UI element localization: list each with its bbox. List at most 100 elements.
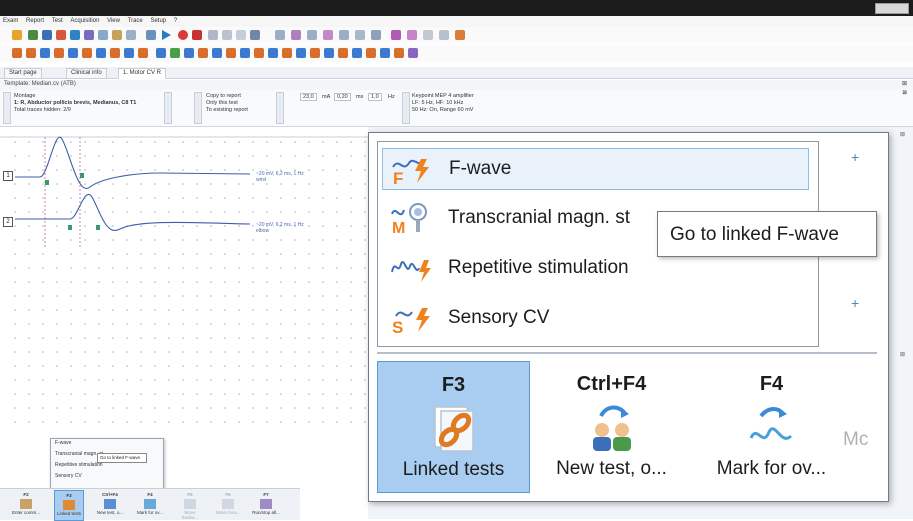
- toolbar-icon[interactable]: [240, 48, 250, 58]
- mini-menu-item[interactable]: F-wave: [55, 439, 71, 448]
- toolbar-icon[interactable]: [394, 48, 404, 58]
- menu-setup[interactable]: Setup: [147, 16, 169, 24]
- stop-icon[interactable]: [192, 30, 202, 40]
- montage-channel[interactable]: 1: R, Abductor pollicis brevis, Medianus…: [14, 100, 136, 106]
- only-this-test-checkbox[interactable]: Only this test: [206, 100, 238, 106]
- fkey-move-backward[interactable]: F5 Move backw...: [176, 490, 204, 520]
- toolbar-icon[interactable]: [212, 48, 222, 58]
- channel-2-label[interactable]: 2: [3, 217, 13, 227]
- toolbar-icon[interactable]: [110, 48, 120, 58]
- waveform-area[interactable]: 1 2 ~20 mV, 6,2 ms, 1 Hz wrist ~20 mV, 6…: [0, 127, 368, 430]
- record-icon[interactable]: [178, 30, 188, 40]
- toolbar-icon[interactable]: [124, 48, 134, 58]
- window-controls[interactable]: [875, 3, 909, 14]
- toolbar-icon[interactable]: [324, 48, 334, 58]
- channel-1-label[interactable]: 1: [3, 171, 13, 181]
- toolbar-icon[interactable]: [366, 48, 376, 58]
- toolbar-icon[interactable]: [338, 48, 348, 58]
- toolbar-icon[interactable]: [184, 48, 194, 58]
- toolbar-icon[interactable]: [455, 30, 465, 40]
- more-icon[interactable]: [408, 48, 418, 58]
- add-icon[interactable]: +: [851, 295, 859, 311]
- mark-for-overlay-button[interactable]: F4 Mark for ov...: [695, 361, 848, 493]
- add-icon[interactable]: +: [851, 149, 859, 165]
- toolbar-icon[interactable]: [56, 30, 66, 40]
- toolbar-icon[interactable]: [371, 30, 381, 40]
- stim-duration-input[interactable]: 0,20: [334, 93, 351, 101]
- toolbar-icon[interactable]: [26, 48, 36, 58]
- stim-intensity-input[interactable]: 23,0: [300, 93, 317, 101]
- toolbar-icon[interactable]: [198, 48, 208, 58]
- new-test-button[interactable]: Ctrl+F4 New test, o...: [535, 361, 688, 493]
- fkey-new-test[interactable]: Ctrl+F4 New test, o...: [96, 490, 124, 519]
- fkey-enter-comment[interactable]: F2 Enter comm...: [12, 490, 40, 519]
- tab-clinical-info[interactable]: Clinical info: [66, 68, 107, 79]
- toolbar-icon[interactable]: [355, 30, 365, 40]
- toolbar-icon[interactable]: [250, 30, 260, 40]
- toolbar-icon[interactable]: [307, 30, 317, 40]
- menu-item-f-wave[interactable]: F F-wave: [382, 148, 809, 190]
- menu-trace[interactable]: Trace: [125, 16, 146, 24]
- fkey-run-stop-all[interactable]: F7 Run/stop all...: [252, 490, 280, 519]
- close-icon[interactable]: ⊠: [900, 351, 905, 358]
- menu-report[interactable]: Report: [23, 16, 47, 24]
- fkey-mark-overlay[interactable]: F4 Mark for ov...: [136, 490, 164, 519]
- toolbar-icon[interactable]: [12, 48, 22, 58]
- toolbar-icon[interactable]: [282, 48, 292, 58]
- toolbar-icon[interactable]: [138, 48, 148, 58]
- close-icon[interactable]: ⊠: [902, 90, 907, 96]
- mini-menu-item[interactable]: Transcranial magn. st: [55, 450, 103, 459]
- toolbar-icon[interactable]: [391, 30, 401, 40]
- menu-item-sensory-cv[interactable]: S Sensory CV: [382, 298, 807, 338]
- toolbar-icon[interactable]: [423, 30, 433, 40]
- close-icon[interactable]: ⊠: [900, 131, 905, 138]
- toolbar-icon[interactable]: [112, 30, 122, 40]
- tab-start-page[interactable]: Start page: [4, 68, 42, 79]
- toolbar-icon[interactable]: [42, 30, 52, 40]
- toolbar-icon[interactable]: [40, 48, 50, 58]
- toolbar-icon[interactable]: [98, 30, 108, 40]
- toolbar-icon[interactable]: [407, 30, 417, 40]
- fkey-linked-tests[interactable]: F3 Linked tests: [54, 490, 84, 521]
- copy-to-report-checkbox[interactable]: Copy to report: [206, 93, 241, 99]
- toolbar-icon[interactable]: [352, 48, 362, 58]
- toolbar-icon[interactable]: [323, 30, 333, 40]
- toolbar-icon[interactable]: [82, 48, 92, 58]
- toolbar-icon[interactable]: [146, 30, 156, 40]
- toolbar-icon[interactable]: [84, 30, 94, 40]
- menu-exam[interactable]: Exam: [0, 16, 21, 24]
- stim-rate-input[interactable]: 1,0: [368, 93, 382, 101]
- toolbar-icon[interactable]: [254, 48, 264, 58]
- toolbar-icon[interactable]: [222, 30, 232, 40]
- fkey-move-forward[interactable]: F6 Move forw...: [214, 490, 242, 519]
- toolbar-icon[interactable]: [339, 30, 349, 40]
- toolbar-icon[interactable]: [439, 30, 449, 40]
- tab-motor-cv[interactable]: 1. Motor CV R: [118, 68, 167, 79]
- mini-menu-item[interactable]: Repetitive stimulation: [55, 461, 103, 470]
- to-existing-report-checkbox[interactable]: To existing report: [206, 107, 248, 113]
- toolbar-icon[interactable]: [54, 48, 64, 58]
- menu-acquisition[interactable]: Acquisition: [67, 16, 102, 24]
- toolbar-icon[interactable]: [12, 30, 22, 40]
- toolbar-icon[interactable]: [310, 48, 320, 58]
- linked-tests-button[interactable]: F3 Linked tests: [377, 361, 530, 493]
- toolbar-icon[interactable]: [70, 30, 80, 40]
- toolbar-icon[interactable]: [156, 48, 166, 58]
- close-icon[interactable]: ⊠: [902, 80, 907, 87]
- toolbar-icon[interactable]: [28, 30, 38, 40]
- menu-test[interactable]: Test: [49, 16, 66, 24]
- toolbar-icon[interactable]: [291, 30, 301, 40]
- toolbar-icon[interactable]: [68, 48, 78, 58]
- toolbar-icon[interactable]: [96, 48, 106, 58]
- toolbar-icon[interactable]: [275, 30, 285, 40]
- more-function-button[interactable]: Mc: [843, 361, 893, 493]
- mini-menu-item[interactable]: Sensory CV: [55, 472, 82, 481]
- play-icon[interactable]: [162, 30, 171, 40]
- toolbar-icon[interactable]: [380, 48, 390, 58]
- toolbar-icon[interactable]: [226, 48, 236, 58]
- menu-view[interactable]: View: [104, 16, 123, 24]
- toolbar-icon[interactable]: [296, 48, 306, 58]
- toolbar-icon[interactable]: [268, 48, 278, 58]
- pause-icon[interactable]: [208, 30, 218, 40]
- toolbar-icon[interactable]: [170, 48, 180, 58]
